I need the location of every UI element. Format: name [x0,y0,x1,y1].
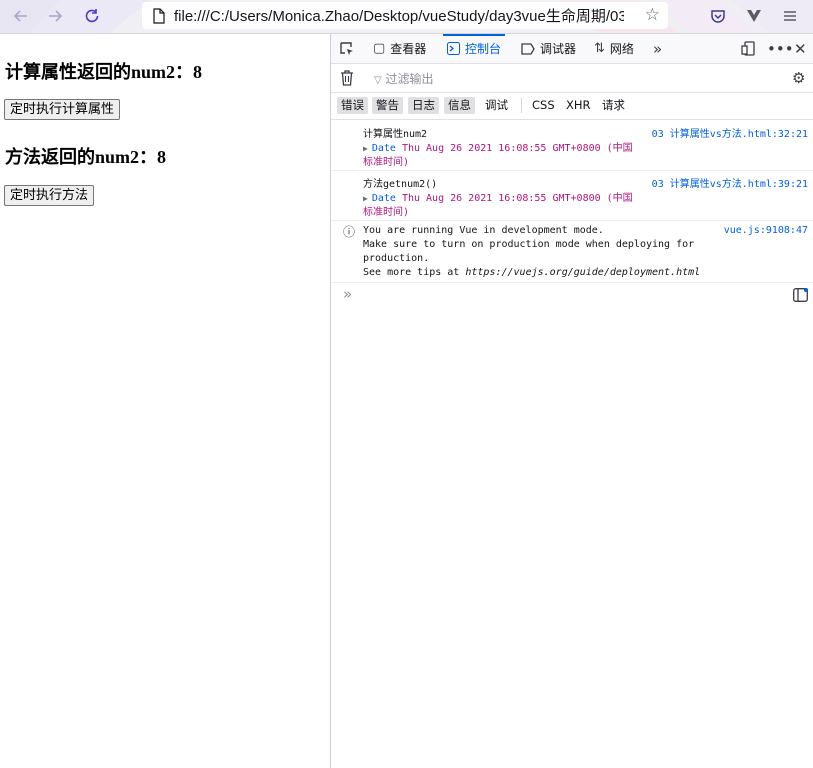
url-bar[interactable]: file:///C:/Users/Monica.Zhao/Desktop/vue… [142,2,668,29]
network-icon: ⇅ [594,41,605,56]
page-content: 计算属性返回的num2：8 定时执行计算属性 方法返回的num2：8 定时执行方… [0,34,330,768]
log-source-link[interactable]: 03 计算属性vs方法.html:39:21 [652,175,808,190]
levels-divider [521,98,522,113]
level-debug[interactable]: 调试 [481,97,512,114]
console-message: 计算属性num2 03 计算属性vs方法.html:32:21 ▶ Date Th… [331,120,813,171]
level-logs[interactable]: 日志 [408,97,439,114]
tab-console[interactable]: 控制台 [442,34,506,63]
log-source-link[interactable]: vue.js:9108:47 [724,225,808,236]
responsive-design-icon[interactable] [741,34,756,63]
devtools-panel: ▢ 查看器 控制台 调试器 ⇅ 网络 » ••• ✕ ▽ 过滤输出 ⚙ 错误 警… [330,34,813,768]
more-tabs-icon[interactable]: » [653,34,662,63]
console-filter-bar: ▽ 过滤输出 ⚙ [331,64,813,93]
computed-timer-button[interactable]: 定时执行计算属性 [4,99,121,120]
prompt-chevron-icon: » [343,285,353,303]
reload-icon[interactable] [79,4,105,28]
menu-icon[interactable] [777,4,803,28]
more-options-icon[interactable]: ••• [767,34,794,63]
level-requests[interactable]: 请求 [598,97,629,114]
filter-input[interactable]: ▽ 过滤输出 [374,70,434,87]
close-icon[interactable]: ✕ [794,34,807,63]
pocket-icon[interactable] [705,4,731,28]
devtools-tabbar: ▢ 查看器 控制台 调试器 ⇅ 网络 » ••• ✕ [331,34,813,64]
date-object[interactable]: ▶ Date Thu Aug 26 2021 16:08:55 GMT+0800 … [363,139,633,154]
info-line: production. [363,253,430,264]
console-icon [447,42,460,55]
info-icon: ⓘ [343,225,356,239]
log-text: 计算属性num2 [363,129,428,140]
tab-debugger[interactable]: 调试器 [521,34,576,63]
method-timer-button[interactable]: 定时执行方法 [4,185,95,206]
log-text: 方法getnum2() [363,179,438,190]
date-object[interactable]: ▶ Date Thu Aug 26 2021 16:08:55 GMT+0800 … [363,189,633,204]
tab-inspector[interactable]: ▢ 查看器 [373,34,426,63]
level-xhr[interactable]: XHR [562,97,595,114]
method-heading: 方法返回的num2：8 [5,147,167,167]
expand-triangle-icon[interactable]: ▶ [363,194,368,203]
page-icon [153,7,165,24]
console-message: 方法getnum2() 03 计算属性vs方法.html:39:21 ▶ Date… [331,170,813,221]
element-picker-icon[interactable] [339,34,355,63]
settings-gear-icon[interactable]: ⚙ [792,64,805,92]
docs-link[interactable]: https://vuejs.org/guide/deployment.html [465,267,700,278]
computed-heading: 计算属性返回的num2：8 [5,62,203,82]
console-input[interactable]: » [331,282,813,308]
log-level-filters: 错误 警告 日志 信息 调试 CSS XHR 请求 [331,93,813,120]
info-line: You are running Vue in development mode. [363,225,604,236]
date-object-cont: 标准时间) [363,157,410,168]
level-errors[interactable]: 错误 [337,97,368,114]
date-object-cont: 标准时间) [363,207,410,218]
inspector-icon: ▢ [373,41,386,56]
level-css[interactable]: CSS [528,97,559,114]
tab-network[interactable]: ⇅ 网络 [594,34,634,63]
debugger-icon [521,42,535,55]
vue-devtools-icon[interactable] [741,4,767,28]
info-line: Make sure to turn on production mode whe… [363,239,695,250]
forward-icon[interactable] [42,4,68,28]
back-icon[interactable] [8,4,34,28]
trash-icon[interactable] [340,64,354,92]
level-info[interactable]: 信息 [444,97,475,114]
level-warnings[interactable]: 警告 [372,97,403,114]
url-text[interactable]: file:///C:/Users/Monica.Zhao/Desktop/vue… [174,5,624,26]
editor-mode-icon[interactable] [793,282,808,308]
log-source-link[interactable]: 03 计算属性vs方法.html:32:21 [652,125,808,140]
filter-icon: ▽ [374,75,382,86]
expand-triangle-icon[interactable]: ▶ [363,144,368,153]
info-line: See more tips at https://vuejs.org/guide… [363,267,701,278]
browser-toolbar: file:///C:/Users/Monica.Zhao/Desktop/vue… [0,0,813,34]
star-icon[interactable]: ☆ [645,5,660,25]
console-info-message: ⓘ You are running Vue in development mod… [331,220,813,283]
